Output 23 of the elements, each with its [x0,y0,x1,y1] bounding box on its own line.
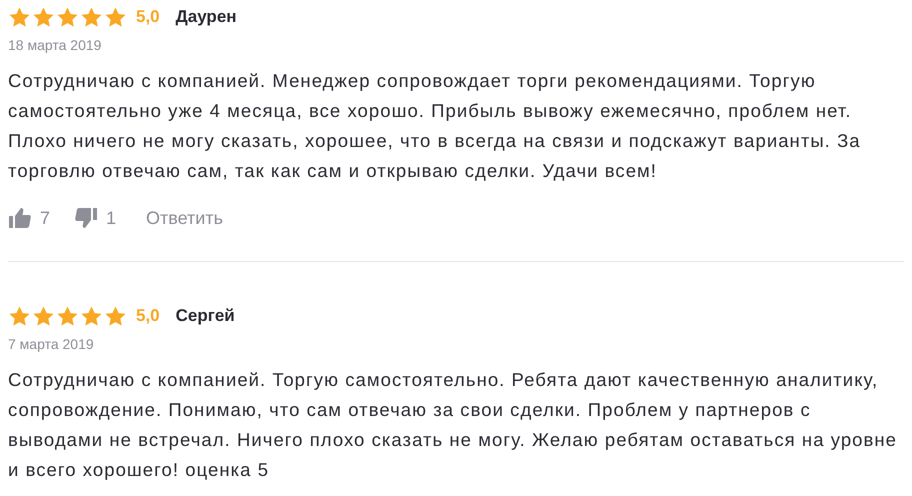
star-icon [104,304,127,328]
reply-link[interactable]: Ответить [146,208,223,228]
star-icon [8,6,31,28]
star-icon [80,6,103,28]
thumbs-up-icon[interactable] [8,206,32,230]
star-icon [56,6,79,28]
star-icon [32,6,55,28]
review-date: 7 марта 2019 [8,336,95,352]
rating-value: 5,0 [136,7,160,27]
thumbs-down-icon[interactable] [74,206,98,230]
dislike-count: 1 [106,208,116,228]
star-icon [56,304,79,328]
star-icon [8,304,31,328]
review-text: Сотрудничаю с компанией. Торгую самостоятельно. Ребята дают качественную аналитику, сопровождение. Понимаю, что сам отвечаю за свои сделки. Проблем у партнеров с выводами не встречал. Ничего плохо сказать не могу. Желаю ребятам оставаться на уровне и всего хорошего! оценка 5 [8,368,898,482]
review-date: 18 марта 2019 [8,37,102,53]
star-icon [80,304,103,328]
author-name: Даурен [176,7,237,27]
star-icon [104,6,127,28]
star-icon [32,304,55,328]
like-count: 7 [40,208,50,228]
review-text: Сотрудничаю с компанией. Менеджер сопровождает торги рекомендациями. Торгую самостоятельно уже 4 месяца, все хорошо. Прибыль вывожу ежемесячно, проблем нет. Плохо ничего не могу сказать, хорошее, что в всегда на связи и подскажут варианты. За торговлю отвечаю сам, так как сам и открываю сделки. Удачи всем! [8,69,862,183]
rating-value: 5,0 [136,306,160,326]
author-name: Сергей [176,306,235,326]
